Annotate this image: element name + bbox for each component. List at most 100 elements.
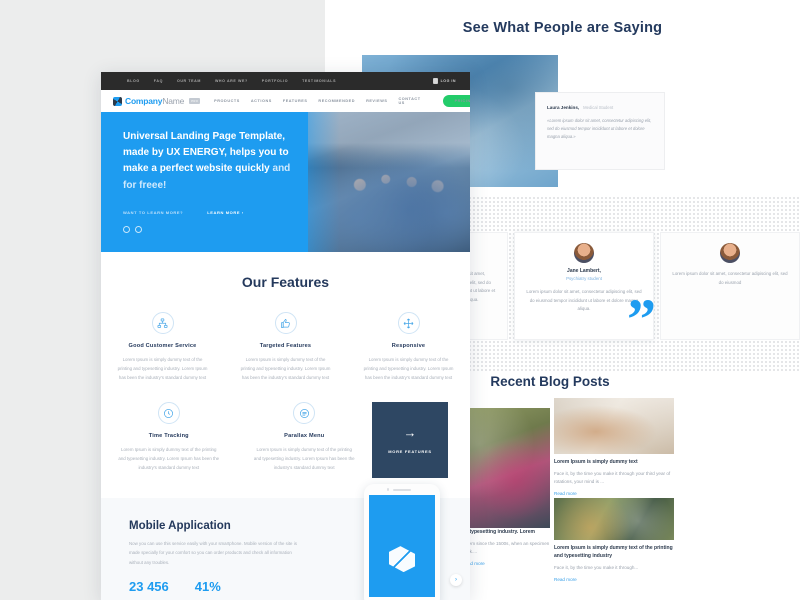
feature-card[interactable]: Responsive Lorem Ipsum is simply dummy t…	[347, 312, 470, 382]
feature-heading: Good Customer Service	[128, 343, 197, 349]
phone-screen	[369, 495, 435, 598]
more-features-label: MORE FEATURES	[388, 449, 432, 455]
features-title: Our Features	[241, 274, 330, 290]
testimonial-text: «Lorem ipsum dolor sit amet, consectetur…	[547, 118, 652, 139]
blog-post-excerpt: Face it, by the time you make it through…	[554, 471, 671, 485]
testimonial-role: Medical Student	[583, 105, 614, 110]
topbar-link-testimonials[interactable]: TESTIMONIALS	[302, 79, 336, 83]
read-more-link[interactable]: Read more	[554, 576, 674, 584]
read-more-link[interactable]: Read more	[462, 560, 550, 568]
feature-text: Lorem Ipsum is simply dummy text of the …	[240, 357, 331, 381]
testimonial-text: Lorem ipsum dolor sit amet, consectetur …	[526, 289, 642, 312]
testimonial-text: Lorem ipsum dolor sit amet, consectetur …	[672, 271, 788, 285]
logo-text-primary: Company	[125, 96, 163, 106]
nav-item-recommended[interactable]: RECOMMENDED	[318, 99, 355, 103]
read-more-link[interactable]: Read more	[554, 490, 674, 498]
feature-heading: Targeted Features	[259, 343, 312, 349]
feature-text: Lorem Ipsum is simply dummy text of the …	[253, 447, 355, 471]
blog-post-heading: Lorem Ipsum is simply dummy text of the …	[554, 545, 673, 559]
feature-card[interactable]: Time Tracking Lorem Ipsum is simply dumm…	[101, 402, 237, 472]
nav-item-actions[interactable]: ACTIONS	[251, 99, 272, 103]
hamburger-menu-icon	[293, 402, 316, 425]
more-features-card[interactable]: → MORE FEATURES	[372, 402, 448, 479]
topbar-link-blog[interactable]: BLOG	[127, 79, 140, 83]
mobile-application-section: Mobile Application Now you can use this …	[101, 484, 470, 600]
nav-item-features[interactable]: FEATURES	[283, 99, 308, 103]
utility-topbar: BLOG FAQ OUR TEAM WHO ARE WE? PORTFOLIO …	[101, 72, 470, 90]
logo-mark-icon	[113, 96, 122, 106]
hero-section: Universal Landing Page Template, made by…	[101, 112, 470, 252]
blog-post-item[interactable]: Lorem Ipsum is simply dummy text Face it…	[554, 458, 674, 498]
testimonial-card: Lorem ipsum dolor sit amet, consectetur …	[660, 232, 800, 340]
feature-card[interactable]: Good Customer Service Lorem Ipsum is sim…	[101, 312, 224, 382]
stat-percentage: 41%	[194, 578, 221, 594]
logo-text-secondary: Name	[162, 96, 185, 106]
phone-mockup	[364, 484, 440, 600]
feature-heading: Responsive	[391, 343, 426, 349]
mobile-stats: 23 456 41%	[129, 579, 301, 594]
quote-mark-icon: ”	[627, 287, 656, 352]
lock-icon	[432, 78, 438, 84]
slider-dot-2[interactable]	[135, 225, 142, 233]
blog-post-excerpt: Face it, by the time you make it through…	[554, 565, 639, 570]
phone-camera	[387, 488, 390, 491]
next-slide-button[interactable]: ›	[450, 574, 462, 587]
features-row-1: Good Customer Service Lorem Ipsum is sim…	[101, 312, 470, 382]
blog-thumbnail	[462, 408, 550, 528]
feature-text: Lorem Ipsum is simply dummy text of the …	[363, 357, 454, 381]
topbar-links: BLOG FAQ OUR TEAM WHO ARE WE? PORTFOLIO …	[127, 79, 336, 83]
pro-badge: PRO	[189, 98, 201, 104]
blog-post-heading: nd typesetting industry. Lorem	[462, 529, 535, 535]
topbar-link-faq[interactable]: FAQ	[154, 79, 163, 83]
move-arrows-icon	[397, 312, 420, 334]
nav-item-products[interactable]: PRODUCTS	[214, 99, 240, 103]
learn-more-button[interactable]: LEARN MORE ›	[207, 210, 244, 215]
hero-cta-label: WANT TO LEARN MORE?	[123, 209, 184, 215]
nav-links: PRODUCTS ACTIONS FEATURES RECOMMENDED RE…	[214, 95, 470, 107]
topbar-link-portfolio[interactable]: PORTFOLIO	[262, 79, 288, 83]
feature-text: Lorem Ipsum is simply dummy text of the …	[117, 357, 208, 381]
login-area[interactable]: LOG IN	[432, 78, 456, 84]
feature-card[interactable]: Targeted Features Lorem Ipsum is simply …	[224, 312, 347, 382]
avatar	[574, 243, 594, 263]
testimonial-name: Laura Jenkins,	[547, 105, 580, 110]
brand-logo[interactable]: CompanyName PRO	[113, 96, 201, 106]
blog-post-item[interactable]: Lorem Ipsum is simply dummy text of the …	[554, 544, 674, 584]
blog-post-excerpt: Lorem since the 1500s, when an specimen …	[462, 541, 550, 554]
avatar	[720, 243, 740, 263]
testimonial-name: Jane Lambert,	[567, 268, 601, 274]
topbar-link-who-are-we[interactable]: WHO ARE WE?	[215, 79, 248, 83]
testimonials-section-title: See What People are Saying	[462, 20, 663, 36]
nav-item-reviews[interactable]: REVIEWS	[366, 99, 387, 103]
topbar-link-our-team[interactable]: OUR TEAM	[177, 79, 201, 83]
network-icon	[151, 312, 174, 334]
stat-downloads: 23 456	[129, 578, 169, 594]
hero-heading: Universal Landing Page Template, made by…	[123, 131, 289, 175]
app-cube-logo-icon	[389, 546, 415, 573]
feature-heading: Parallax Menu	[284, 433, 325, 440]
nav-item-contact-us[interactable]: CONTACT US	[398, 97, 420, 105]
features-section: Our Features Good Customer Service Lorem…	[101, 252, 470, 479]
presentation-stage: See What People are Saying Laura Jenkins…	[0, 0, 800, 600]
clock-icon	[157, 402, 180, 425]
features-row-2: Time Tracking Lorem Ipsum is simply dumm…	[101, 402, 470, 479]
feature-heading: Time Tracking	[148, 433, 189, 440]
blog-thumbnail	[554, 498, 674, 540]
blog-post-item[interactable]: nd typesetting industry. Lorem Lorem sin…	[462, 528, 550, 568]
feature-text: Lorem Ipsum is simply dummy text of the …	[118, 447, 220, 471]
thumbs-up-icon	[274, 312, 297, 334]
blog-thumbnail	[554, 398, 674, 454]
pricing-button[interactable]: PRICING	[442, 95, 470, 107]
arrow-right-icon: →	[403, 425, 417, 441]
main-navbar: CompanyName PRO PRODUCTS ACTIONS FEATURE…	[101, 90, 470, 112]
blog-post-heading: Lorem Ipsum is simply dummy text	[554, 459, 638, 465]
login-label[interactable]: LOG IN	[441, 79, 456, 83]
hero-cta-row: WANT TO LEARN MORE? LEARN MORE ›	[123, 210, 291, 215]
feature-card[interactable]: Parallax Menu Lorem Ipsum is simply dumm…	[237, 402, 373, 472]
phone-speaker	[393, 489, 411, 491]
mobile-text: Now you can use this service easily with…	[129, 541, 297, 565]
hero-slider-dots[interactable]	[123, 225, 291, 233]
featured-testimonial-card: Laura Jenkins, Medical Student «Lorem ip…	[535, 92, 665, 170]
landing-page-template-panel: BLOG FAQ OUR TEAM WHO ARE WE? PORTFOLIO …	[101, 72, 470, 600]
slider-dot-1[interactable]	[123, 225, 130, 233]
